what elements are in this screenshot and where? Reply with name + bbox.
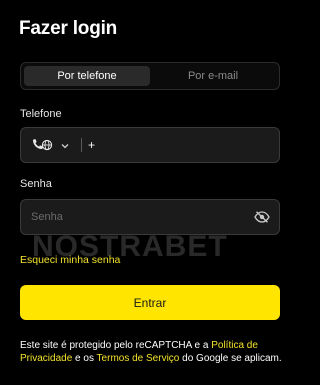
phone-input[interactable] xyxy=(95,128,279,162)
phone-globe-icon xyxy=(31,138,53,152)
tab-email[interactable]: Por e-mail xyxy=(150,66,276,86)
login-method-tabs: Por telefone Por e-mail xyxy=(20,62,280,90)
password-input[interactable] xyxy=(21,200,245,234)
page-title: Fazer login xyxy=(19,18,118,39)
recaptcha-notice: Este site é protegido pelo reCAPTCHA e a… xyxy=(20,339,282,365)
eye-slash-icon[interactable] xyxy=(245,200,279,234)
terms-of-service-link[interactable]: Termos de Serviço xyxy=(97,353,180,364)
prefix-divider xyxy=(81,138,82,152)
recaptcha-text-2: e os xyxy=(72,353,97,364)
country-code-prefix: + xyxy=(88,138,96,152)
country-code-selector[interactable]: + xyxy=(21,128,95,162)
forgot-password-link[interactable]: Esqueci minha senha xyxy=(20,254,120,266)
login-button[interactable]: Entrar xyxy=(20,285,280,320)
recaptcha-text-1: Este site é protegido pelo reCAPTCHA e a xyxy=(20,340,212,351)
phone-field: + xyxy=(20,127,280,163)
password-label: Senha xyxy=(20,178,52,190)
recaptcha-text-3: do Google se aplicam. xyxy=(179,353,282,364)
tab-phone[interactable]: Por telefone xyxy=(24,66,150,86)
chevron-down-icon xyxy=(59,139,71,151)
password-field xyxy=(20,199,280,235)
phone-label: Telefone xyxy=(20,108,62,120)
